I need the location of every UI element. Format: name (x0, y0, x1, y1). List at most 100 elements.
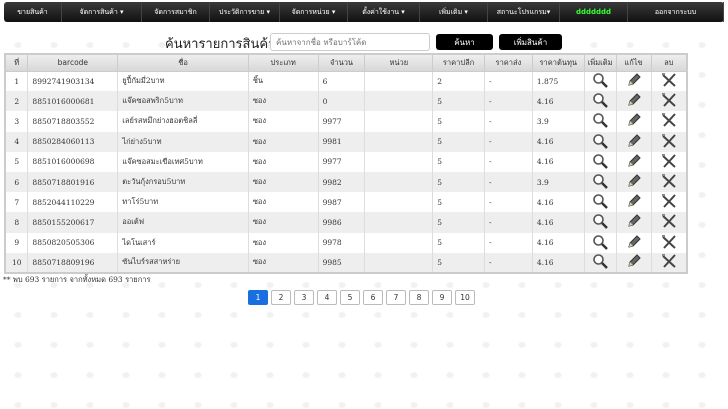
delete-button[interactable] (650, 151, 687, 172)
page-button[interactable]: 4 (317, 290, 337, 305)
nav-item[interactable]: จัดการสมาชิก (142, 2, 210, 22)
delete-icon[interactable] (661, 214, 677, 231)
nav-item[interactable]: ขายสินค้า (4, 2, 62, 22)
page-button[interactable]: 7 (386, 290, 406, 305)
view-details-button[interactable] (583, 232, 617, 253)
view-details-icon[interactable] (592, 154, 609, 171)
page-button[interactable]: 6 (363, 290, 383, 305)
table-cell: - (484, 171, 533, 193)
page-button[interactable]: 1 (248, 290, 268, 305)
delete-icon[interactable] (661, 113, 677, 130)
delete-icon[interactable] (661, 234, 677, 252)
nav-item[interactable]: ddddddd (560, 2, 628, 22)
delete-button[interactable] (650, 252, 687, 273)
view-details-icon[interactable] (592, 234, 609, 252)
search-input[interactable] (270, 33, 430, 51)
nav-item[interactable]: ตั้งค่าใช้งาน ▾ (348, 2, 420, 22)
delete-icon[interactable] (661, 73, 677, 90)
page-button[interactable]: 2 (271, 290, 291, 305)
view-details-icon[interactable] (592, 174, 609, 191)
table-cell: 9 (4, 232, 28, 253)
edit-icon[interactable] (626, 214, 642, 231)
delete-icon[interactable] (661, 174, 677, 191)
view-details-button[interactable] (583, 171, 617, 193)
table-cell: 6 (4, 171, 28, 193)
view-details-button[interactable] (583, 91, 617, 112)
view-details-button[interactable] (583, 192, 617, 213)
nav-item[interactable]: สถานะโปรแกรม▾ (488, 2, 560, 22)
delete-button[interactable] (650, 171, 687, 193)
view-details-icon[interactable] (592, 194, 609, 211)
edit-icon[interactable] (626, 234, 642, 252)
delete-icon[interactable] (661, 254, 677, 271)
delete-icon[interactable] (661, 153, 677, 171)
table-cell: 8851016000681 (27, 91, 118, 112)
delete-icon[interactable] (661, 133, 677, 151)
delete-button[interactable] (650, 91, 687, 112)
view-details-button[interactable] (583, 111, 617, 132)
search-button[interactable]: ค้นหา (436, 34, 493, 50)
edit-icon[interactable] (626, 194, 642, 211)
edit-icon[interactable] (626, 174, 642, 191)
page-title: ค้นหารายการสินค้า (165, 37, 276, 52)
view-details-button[interactable] (583, 212, 617, 233)
view-details-icon[interactable] (592, 254, 609, 271)
table-cell: 4.16 (531, 192, 585, 213)
edit-icon[interactable] (626, 73, 642, 90)
edit-button[interactable] (615, 71, 651, 92)
view-details-button[interactable] (583, 71, 617, 92)
edit-button[interactable] (615, 212, 651, 233)
edit-button[interactable] (615, 111, 651, 132)
page-button[interactable]: 8 (409, 290, 429, 305)
edit-button[interactable] (615, 232, 651, 253)
edit-icon[interactable] (626, 254, 642, 271)
page-button[interactable]: 3 (294, 290, 314, 305)
add-product-button[interactable]: เพิ่มสินค้า (499, 34, 562, 50)
nav-item[interactable]: จัดการหน่วย ▾ (280, 2, 348, 22)
nav-item[interactable]: ออกจากระบบ (628, 2, 724, 22)
view-details-icon[interactable] (592, 214, 609, 231)
table-cell (364, 91, 433, 112)
edit-button[interactable] (615, 192, 651, 213)
nav-item[interactable]: จัดการสินค้า ▾ (62, 2, 142, 22)
table-cell: ทาโร่5บาท (117, 192, 249, 213)
view-details-button[interactable] (583, 131, 617, 152)
page-button[interactable]: 10 (455, 290, 475, 305)
page-button[interactable]: 9 (432, 290, 452, 305)
table-cell: 4.16 (531, 151, 585, 172)
delete-icon[interactable] (661, 93, 677, 110)
table-row: 9 8850820505306 ไดโนเสาร์ ซอง 9978 5-4.16 (4, 232, 687, 253)
table-cell: ซอง (247, 151, 319, 172)
view-details-button[interactable] (583, 252, 617, 273)
edit-button[interactable] (615, 131, 651, 152)
table-cell: - (484, 252, 533, 273)
table-cell: ออเต้ฟ (117, 212, 249, 233)
edit-button[interactable] (615, 91, 651, 112)
table-cell: - (484, 111, 533, 132)
delete-button[interactable] (650, 111, 687, 132)
view-details-button[interactable] (583, 151, 617, 172)
edit-icon[interactable] (626, 133, 642, 151)
delete-button[interactable] (650, 212, 687, 233)
edit-button[interactable] (615, 151, 651, 172)
nav-item[interactable]: เพิ่มเติม ▾ (420, 2, 488, 22)
edit-icon[interactable] (626, 93, 642, 110)
edit-icon[interactable] (626, 154, 642, 171)
table-cell: 8852044110229 (27, 192, 118, 213)
delete-button[interactable] (650, 232, 687, 253)
page-button[interactable]: 5 (340, 290, 360, 305)
view-details-icon[interactable] (592, 93, 609, 110)
edit-button[interactable] (615, 252, 651, 273)
view-details-icon[interactable] (592, 133, 609, 151)
delete-button[interactable] (650, 71, 687, 92)
nav-item[interactable]: ประวัติการขาย ▾ (210, 2, 280, 22)
edit-button[interactable] (615, 171, 651, 193)
view-details-icon[interactable] (592, 113, 609, 130)
edit-icon[interactable] (626, 113, 642, 130)
table-cell: 8851016000698 (27, 151, 118, 172)
delete-button[interactable] (650, 192, 687, 213)
delete-icon[interactable] (661, 194, 677, 211)
delete-button[interactable] (650, 131, 687, 152)
view-details-icon[interactable] (592, 73, 609, 90)
table-cell: 4.16 (531, 212, 585, 233)
